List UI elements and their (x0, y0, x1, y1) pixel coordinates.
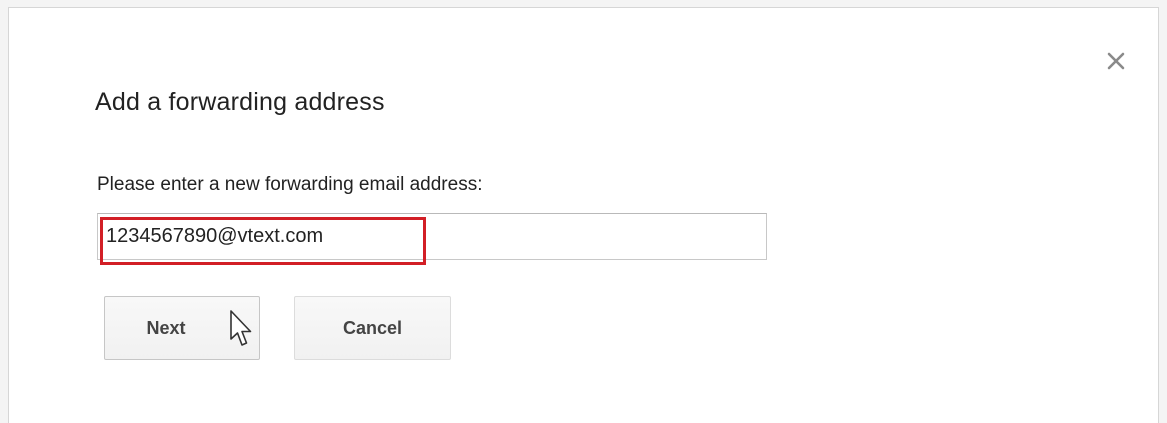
forwarding-email-input[interactable] (97, 213, 767, 260)
page-background: Add a forwarding address Please enter a … (0, 0, 1167, 423)
dialog-title: Add a forwarding address (95, 88, 385, 116)
close-icon (1107, 52, 1125, 70)
email-prompt-label: Please enter a new forwarding email addr… (97, 174, 483, 195)
cancel-button[interactable]: Cancel (294, 296, 451, 360)
close-button[interactable] (1103, 48, 1129, 74)
next-button[interactable]: Next (104, 296, 260, 360)
